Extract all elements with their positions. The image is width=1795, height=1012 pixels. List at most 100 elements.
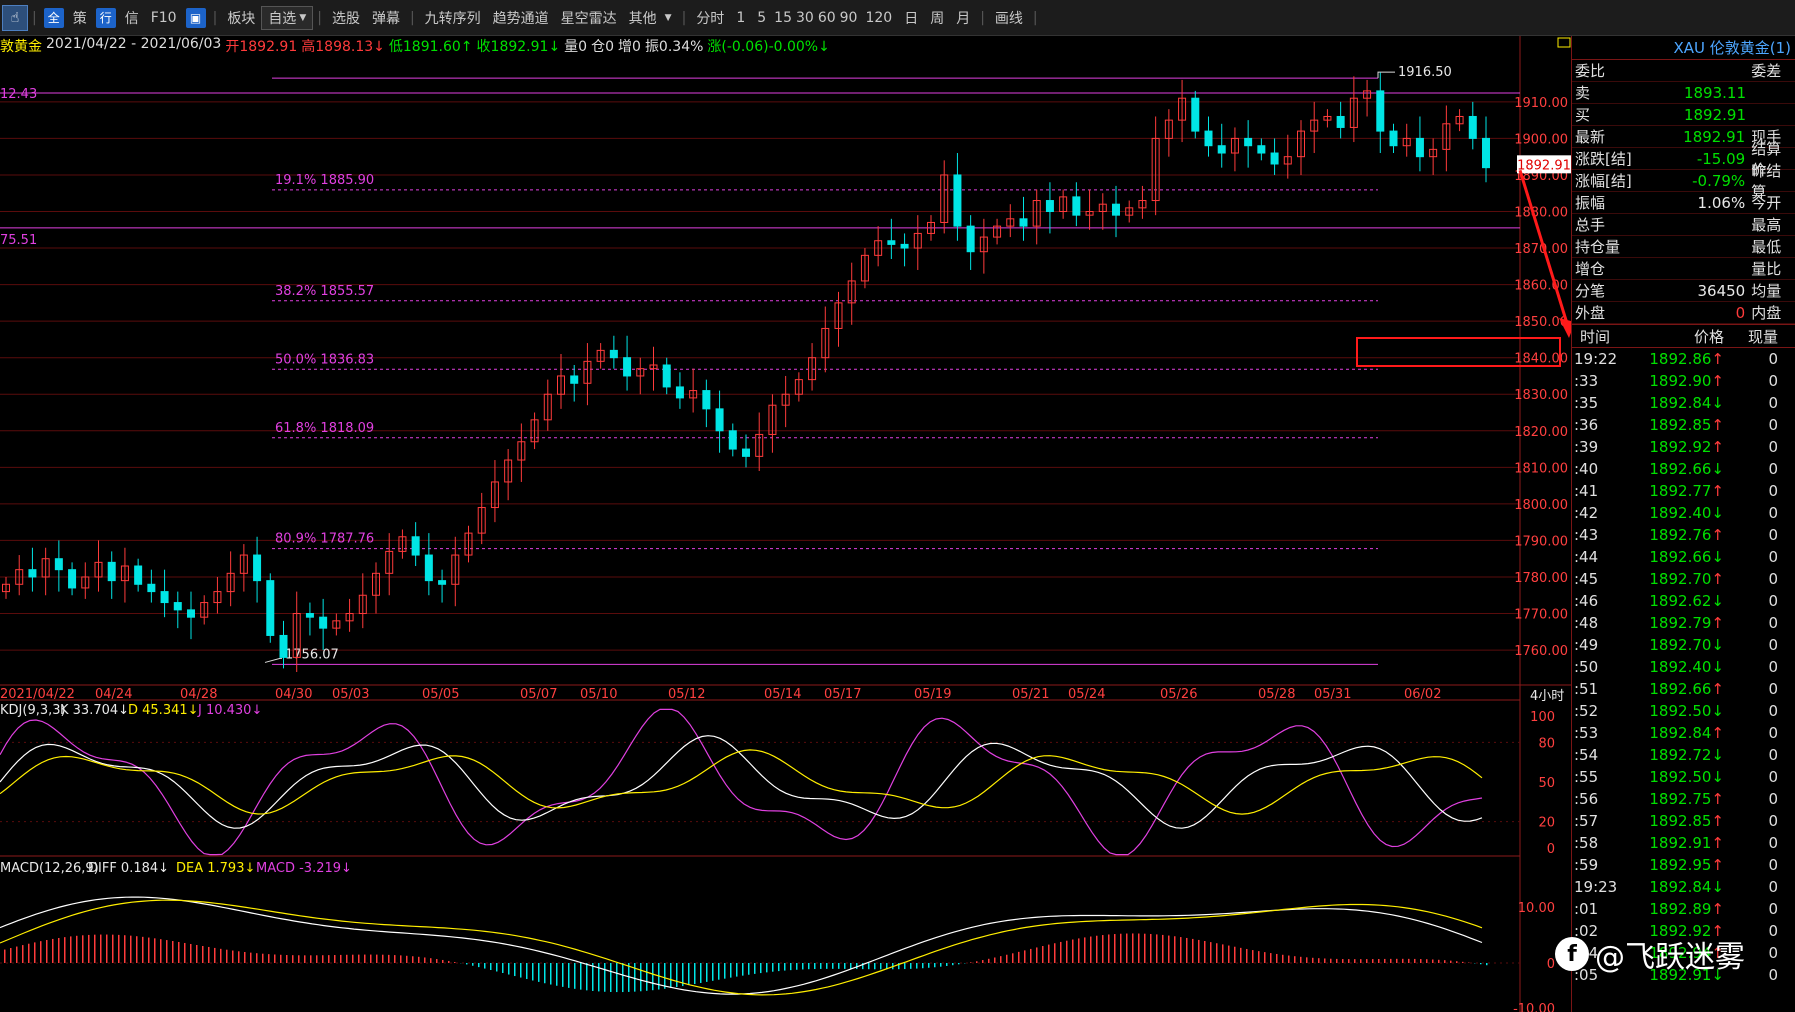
macd-histogram-bar — [802, 963, 804, 970]
tick-time: :33 — [1574, 372, 1599, 390]
toolbar-qita-dropdown[interactable]: 其他 ▼ — [623, 0, 678, 36]
macd-histogram-bar — [958, 963, 960, 965]
tick-row: :53 1892.84↑ 0 — [1572, 722, 1795, 744]
period-120-button[interactable]: 120 — [859, 0, 898, 36]
draw-line-button[interactable]: 画线 — [989, 0, 1029, 36]
period-60-button[interactable]: 60 — [816, 0, 838, 36]
tick-qty: 0 — [1768, 570, 1778, 588]
macd-histogram-bar — [772, 963, 774, 972]
fib-level-label: 80.9% 1787.76 — [275, 532, 374, 547]
cursor-icon[interactable]: ☝ — [2, 4, 28, 31]
kdj-series-label: K 33.704↓ — [60, 703, 129, 718]
tick-arrow: ↑ — [1711, 416, 1724, 434]
macd-histogram-bar — [154, 938, 156, 963]
kdj-axis-label: 100 — [1530, 710, 1555, 725]
period-90-button[interactable]: 90 — [838, 0, 860, 36]
toolbar-ce-button[interactable]: 策 — [67, 0, 93, 36]
ticks-list[interactable]: 19:22 1892.86↑ 0:33 1892.90↑ 0:35 1892.84↓ 0:3… — [1572, 348, 1795, 986]
quote-label: 涨幅[结] — [1575, 172, 1632, 190]
macd-histogram-bar — [262, 953, 264, 963]
macd-histogram-bar — [1078, 938, 1080, 963]
quote-value: 0 — [1735, 303, 1746, 322]
toolbar-xuangu-button[interactable]: 选股 — [326, 0, 366, 36]
period-fenshi-button[interactable]: 分时 — [690, 0, 730, 36]
quote-label: 委比 — [1575, 62, 1606, 80]
tick-price: 1892.92↑ — [1628, 438, 1724, 456]
macd-histogram-bar — [346, 954, 348, 963]
tick-price-text: 1892.50 — [1649, 768, 1712, 786]
period-15-button[interactable]: 15 — [772, 0, 794, 36]
toolbar-bankuai-button[interactable]: 板块 — [221, 0, 261, 36]
toolbar-xingkong-button[interactable]: 星空雷达 — [555, 0, 623, 36]
macd-histogram-bar — [328, 955, 330, 963]
tick-arrow: ↑ — [1711, 680, 1724, 698]
toolbar-xin-button[interactable]: 信 — [119, 0, 145, 36]
macd-histogram-bar — [940, 963, 942, 967]
kdj-series-label: J 10.430↓ — [197, 703, 262, 718]
period-day-button[interactable]: 日 — [898, 0, 924, 36]
candle-body — [1376, 90, 1385, 132]
tick-arrow: ↓ — [1711, 460, 1724, 478]
date-axis-label: 05/14 — [764, 687, 801, 702]
macd-histogram-bar — [268, 954, 270, 963]
macd-histogram-bar — [1456, 961, 1458, 963]
tick-row: :36 1892.85↑ 0 — [1572, 414, 1795, 436]
macd-histogram-bar — [532, 963, 534, 981]
macd-histogram-bar — [574, 963, 576, 989]
macd-histogram-bar — [1192, 938, 1194, 963]
macd-histogram-bar — [1162, 934, 1164, 963]
macd-histogram-bar — [1096, 935, 1098, 963]
tick-row: :40 1892.66↓ 0 — [1572, 458, 1795, 480]
candle-body — [675, 386, 684, 399]
period-week-button[interactable]: 周 — [924, 0, 950, 36]
toolbar-separator: | — [1032, 9, 1038, 26]
toolbar-separator: | — [317, 9, 322, 26]
toolbar-jiuzhuan-button[interactable]: 九转序列 — [419, 0, 487, 36]
macd-histogram-bar — [1066, 940, 1068, 963]
toolbar-hang-button[interactable]: 行 — [95, 7, 116, 28]
macd-histogram-bar — [796, 963, 798, 970]
macd-histogram-bar — [946, 963, 948, 966]
tick-row: :55 1892.50↓ 0 — [1572, 766, 1795, 788]
tick-price-text: 1892.84 — [1649, 878, 1712, 896]
tick-price: 1892.72↓ — [1628, 746, 1724, 764]
macd-histogram-bar — [1030, 948, 1032, 963]
macd-histogram-bar — [838, 963, 840, 969]
macd-histogram-bar — [664, 963, 666, 989]
macd-histogram-bar — [514, 963, 516, 977]
macd-histogram-bar — [160, 939, 162, 963]
macd-histogram-bar — [466, 963, 468, 965]
toolbar-qushi-button[interactable]: 趋势通道 — [487, 0, 555, 36]
period-1-button[interactable]: 1 — [730, 0, 751, 36]
macd-histogram-bar — [1360, 959, 1362, 963]
tick-time: :54 — [1574, 746, 1599, 764]
macd-histogram-bar — [310, 955, 312, 963]
tick-qty: 0 — [1768, 548, 1778, 566]
tick-row: :43 1892.76↑ 0 — [1572, 524, 1795, 546]
macd-histogram-bar — [136, 936, 138, 963]
period-30-button[interactable]: 30 — [794, 0, 816, 36]
macd-histogram-bar — [1036, 947, 1038, 963]
quote-label-2: 内盘 — [1751, 304, 1782, 322]
toolbar-quan-button[interactable]: 全 — [43, 7, 64, 28]
macd-histogram-bar — [118, 934, 120, 963]
tick-row: :33 1892.90↑ 0 — [1572, 370, 1795, 392]
price-axis-label: 1810.00 — [1514, 461, 1568, 476]
macd-histogram-bar — [1300, 956, 1302, 963]
toolbar-f10-button[interactable]: F10 — [145, 0, 183, 36]
quote-label: 总手 — [1575, 216, 1606, 234]
window-icon[interactable]: ▣ — [185, 7, 206, 28]
macd-histogram-bar — [70, 936, 72, 963]
period-month-button[interactable]: 月 — [950, 0, 976, 36]
tick-row: :51 1892.66↑ 0 — [1572, 678, 1795, 700]
macd-histogram-bar — [76, 935, 78, 963]
period-5-button[interactable]: 5 — [751, 0, 772, 36]
candle-body — [134, 565, 143, 585]
candle-body — [1389, 130, 1398, 147]
candle-body — [966, 225, 975, 253]
toolbar-danmu-button[interactable]: 弹幕 — [366, 0, 406, 36]
macd-histogram-bar — [832, 963, 834, 969]
macd-histogram-bar — [1132, 933, 1134, 963]
toolbar-zixuan-dropdown[interactable]: 自选 ▼ — [261, 5, 314, 30]
kline-chart-area[interactable]: 1910.001900.001890.001880.001870.001860.… — [0, 36, 1795, 1012]
